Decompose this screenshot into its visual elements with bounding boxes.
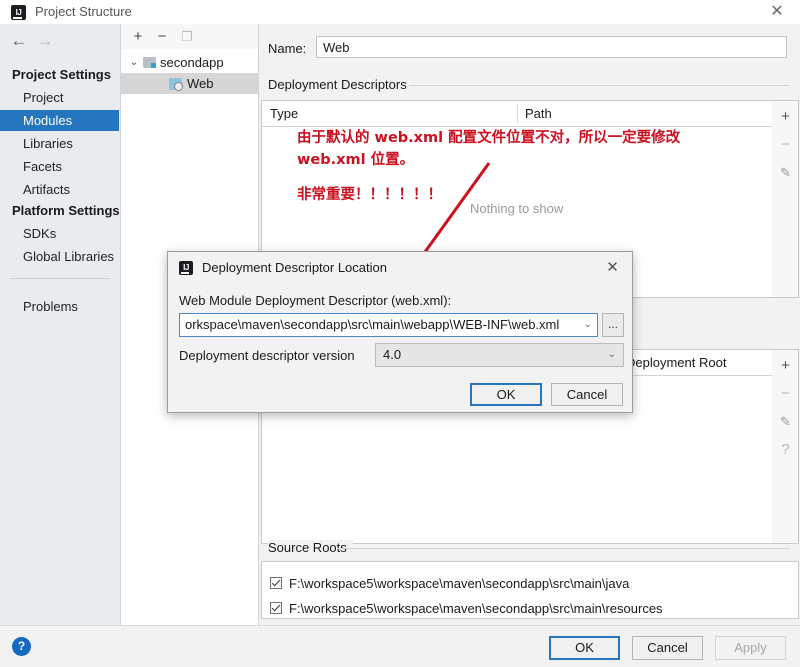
- sidebar-item-label: Project: [23, 90, 64, 105]
- add-descriptor-icon[interactable]: +: [776, 106, 795, 128]
- chevron-down-icon[interactable]: ⌄: [584, 314, 592, 336]
- sidebar-group-project-settings: Project Settings: [12, 67, 111, 82]
- column-header-path[interactable]: Path: [525, 101, 552, 126]
- column-divider[interactable]: [517, 104, 518, 123]
- sidebar-nav-arrows: ← →: [0, 26, 120, 56]
- ok-button[interactable]: OK: [549, 636, 620, 660]
- window-title-bar: IJ Project Structure ✕: [0, 0, 800, 25]
- section-divider: [337, 548, 789, 549]
- sidebar-item-problems[interactable]: Problems: [0, 296, 119, 317]
- browse-button[interactable]: ...: [602, 313, 624, 337]
- sidebar-item-libraries[interactable]: Libraries: [0, 133, 119, 154]
- add-deployment-root-icon[interactable]: +: [776, 355, 795, 377]
- sidebar-item-label: Artifacts: [23, 182, 70, 197]
- deployment-descriptor-location-dialog: IJ Deployment Descriptor Location ✕ Web …: [167, 251, 633, 413]
- dialog-ok-button[interactable]: OK: [470, 383, 542, 406]
- name-label: Name:: [268, 41, 307, 56]
- dialog-title: Deployment Descriptor Location: [202, 260, 387, 275]
- source-root-checkbox[interactable]: [270, 602, 282, 614]
- sidebar-item-label: Problems: [23, 299, 78, 314]
- cancel-button[interactable]: Cancel: [632, 636, 703, 660]
- close-icon[interactable]: ✕: [768, 3, 786, 21]
- sidebar-divider: [10, 278, 110, 279]
- help-deployment-root-icon[interactable]: ?: [776, 439, 795, 461]
- sidebar-item-label: Global Libraries: [23, 249, 115, 264]
- column-header-deployment-root[interactable]: Deployment Root: [626, 350, 726, 375]
- edit-deployment-root-icon[interactable]: ✎: [776, 411, 795, 433]
- module-tree-toolbar: + − ❐: [121, 24, 258, 49]
- copy-module-icon[interactable]: ❐: [178, 28, 196, 46]
- dialog-bottom-bar: ? OK Cancel Apply: [0, 625, 800, 667]
- sidebar-group-platform-settings: Platform Settings: [12, 203, 120, 218]
- sidebar-item-artifacts[interactable]: Artifacts: [0, 179, 119, 200]
- back-arrow-icon[interactable]: ←: [8, 32, 30, 50]
- sidebar-item-label: Facets: [23, 159, 63, 174]
- folder-icon: [143, 57, 156, 68]
- source-root-checkbox[interactable]: [270, 577, 282, 589]
- sidebar-item-label: Libraries: [23, 136, 73, 151]
- source-root-path: F:\workspace5\workspace\maven\secondapp\…: [289, 601, 663, 616]
- descriptor-path-combobox[interactable]: orkspace\maven\secondapp\src\main\webapp…: [179, 313, 598, 337]
- project-structure-window: IJ Project Structure ✕ ← → Project Setti…: [0, 0, 800, 667]
- intellij-logo-icon: IJ: [11, 5, 26, 20]
- source-root-path: F:\workspace5\workspace\maven\secondapp\…: [289, 576, 630, 591]
- forward-arrow-icon[interactable]: →: [34, 32, 56, 50]
- chevron-down-icon[interactable]: ⌄: [608, 344, 616, 366]
- sidebar-item-global-libraries[interactable]: Global Libraries: [0, 246, 119, 267]
- descriptor-version-label: Deployment descriptor version: [179, 348, 355, 363]
- dialog-cancel-button[interactable]: Cancel: [551, 383, 623, 406]
- dialog-close-icon[interactable]: ✕: [604, 259, 621, 276]
- tree-node-label: secondapp: [160, 55, 224, 70]
- intellij-logo-icon: IJ: [179, 261, 193, 275]
- sidebar-item-modules[interactable]: Modules: [0, 110, 119, 131]
- descriptor-version-combobox[interactable]: 4.0 ⌄: [375, 343, 624, 367]
- sidebar-item-sdks[interactable]: SDKs: [0, 223, 119, 244]
- remove-descriptor-icon[interactable]: −: [776, 134, 795, 156]
- help-icon[interactable]: ?: [12, 637, 31, 656]
- window-title: Project Structure: [35, 4, 132, 19]
- remove-module-icon[interactable]: −: [153, 28, 171, 46]
- source-roots-list: F:\workspace5\workspace\maven\secondapp\…: [261, 561, 799, 619]
- sidebar-item-label: SDKs: [23, 226, 57, 241]
- sidebar-item-label: Modules: [23, 113, 73, 128]
- dialog-title-bar: IJ Deployment Descriptor Location ✕: [168, 252, 632, 284]
- settings-sidebar: ← → Project Settings Project Modules Lib…: [0, 24, 121, 625]
- table-header: Type Path: [262, 101, 772, 127]
- deployment-descriptors-section-title: Deployment Descriptors: [268, 77, 413, 92]
- descriptor-path-value: orkspace\maven\secondapp\src\main\webapp…: [185, 317, 560, 332]
- deployment-descriptors-toolbar: + − ✎: [772, 100, 799, 298]
- web-module-icon: [169, 78, 183, 91]
- tree-node-secondapp[interactable]: ⌄ secondapp: [121, 52, 258, 73]
- sidebar-item-facets[interactable]: Facets: [0, 156, 119, 177]
- tree-node-label: Web: [187, 76, 214, 91]
- deployment-root-toolbar: + − ✎ ?: [772, 349, 799, 544]
- remove-deployment-root-icon[interactable]: −: [776, 383, 795, 405]
- apply-button: Apply: [715, 636, 786, 660]
- section-divider: [409, 85, 789, 86]
- add-module-icon[interactable]: +: [129, 28, 147, 46]
- empty-table-message: Nothing to show: [470, 201, 564, 216]
- descriptor-path-label: Web Module Deployment Descriptor (web.xm…: [179, 293, 452, 308]
- descriptor-version-value: 4.0: [383, 347, 402, 362]
- sidebar-item-project[interactable]: Project: [0, 87, 119, 108]
- column-header-type[interactable]: Type: [270, 101, 298, 126]
- tree-node-web[interactable]: Web: [121, 73, 258, 94]
- module-name-input[interactable]: [316, 36, 787, 58]
- edit-descriptor-icon[interactable]: ✎: [776, 162, 795, 184]
- chevron-down-icon[interactable]: ⌄: [128, 52, 140, 73]
